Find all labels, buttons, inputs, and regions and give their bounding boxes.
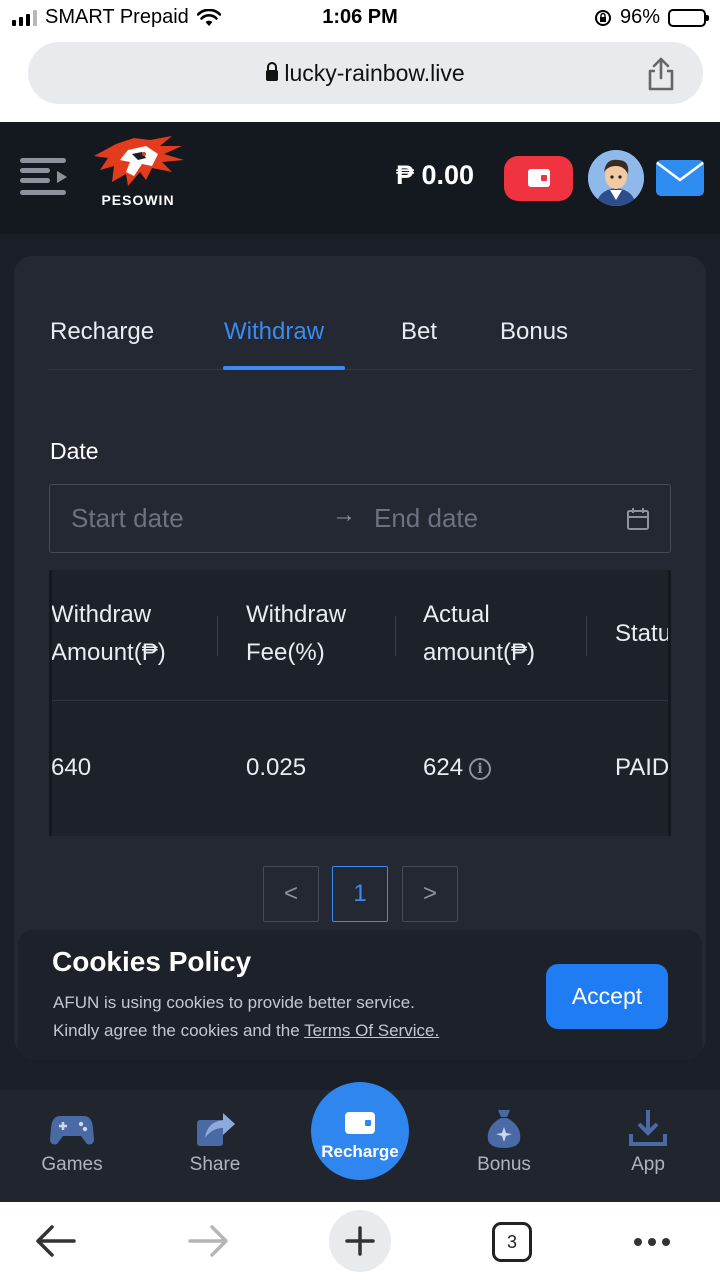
url-display: lucky-rainbow.live bbox=[28, 60, 703, 87]
range-arrow-icon: → bbox=[332, 501, 356, 528]
plus-icon bbox=[345, 1226, 375, 1256]
gamepad-icon bbox=[50, 1116, 94, 1145]
header-withdraw-amount: Withdraw Amount(₱) bbox=[51, 601, 166, 666]
share-icon[interactable] bbox=[645, 56, 677, 92]
share-icon bbox=[197, 1113, 235, 1146]
terms-of-service-link[interactable]: Terms Of Service. bbox=[304, 1021, 439, 1040]
calendar-icon[interactable] bbox=[626, 507, 650, 531]
lock-icon bbox=[266, 62, 279, 81]
status-right: 96% bbox=[594, 6, 709, 29]
horse-logo-icon bbox=[94, 136, 184, 186]
nav-app[interactable]: App bbox=[598, 1108, 698, 1176]
withdraw-table[interactable]: Withdraw Amount(₱) Withdraw Fee(%) Actual a… bbox=[49, 570, 671, 836]
header-status: Statu bbox=[615, 620, 671, 647]
new-tab-button[interactable] bbox=[329, 1210, 391, 1272]
status-bar: SMART Prepaid 1:06 PM 96% bbox=[0, 0, 720, 36]
tabs-count-button[interactable]: 3 bbox=[492, 1222, 532, 1262]
column-divider bbox=[395, 616, 396, 656]
tab-bet[interactable]: Bet bbox=[401, 318, 437, 346]
record-tabs: Recharge Withdraw Bet Bonus bbox=[48, 318, 692, 370]
active-tab-indicator bbox=[223, 366, 345, 370]
cookies-text: AFUN is using cookies to provide better … bbox=[53, 993, 415, 1012]
browser-address-area: lucky-rainbow.live bbox=[0, 36, 720, 122]
more-options-icon[interactable] bbox=[630, 1214, 674, 1268]
table-scroll-edge bbox=[49, 570, 52, 836]
wallet-icon bbox=[345, 1112, 375, 1134]
cell-fee: 0.025 bbox=[246, 754, 307, 781]
money-bag-icon bbox=[487, 1110, 521, 1148]
logo-text: PESOWIN bbox=[101, 192, 175, 208]
tab-withdraw[interactable]: Withdraw bbox=[224, 318, 324, 346]
date-label: Date bbox=[50, 438, 99, 464]
nav-games[interactable]: Games bbox=[22, 1108, 122, 1176]
address-bar[interactable]: lucky-rainbow.live bbox=[28, 42, 703, 104]
table-scroll-edge bbox=[668, 570, 671, 836]
end-date-input[interactable]: End date bbox=[374, 503, 478, 534]
tab-bonus[interactable]: Bonus bbox=[500, 318, 568, 346]
recharge-button[interactable]: Recharge bbox=[311, 1082, 409, 1180]
menu-icon[interactable] bbox=[20, 156, 70, 198]
balance-amount: ₱ 0.00 bbox=[396, 160, 475, 190]
row-divider bbox=[49, 700, 671, 701]
forward-arrow-icon[interactable] bbox=[186, 1214, 230, 1268]
tab-recharge[interactable]: Recharge bbox=[50, 318, 154, 346]
back-arrow-icon[interactable] bbox=[34, 1214, 78, 1268]
nav-bonus[interactable]: Bonus bbox=[454, 1108, 554, 1176]
info-icon[interactable]: i bbox=[469, 757, 492, 780]
next-page-button[interactable]: > bbox=[402, 866, 458, 922]
wallet-icon bbox=[528, 169, 550, 187]
cookies-title: Cookies Policy bbox=[52, 946, 252, 977]
app-header: PESOWIN ₱ 0.00 bbox=[0, 122, 720, 234]
start-date-input[interactable]: Start date bbox=[71, 503, 184, 534]
cookies-text-2: Kindly agree the cookies and the Terms O… bbox=[53, 1021, 440, 1040]
date-range-picker[interactable]: Start date → End date bbox=[49, 484, 671, 553]
orientation-lock-icon bbox=[594, 9, 611, 26]
column-divider bbox=[217, 616, 218, 656]
browser-toolbar: 3 bbox=[0, 1202, 720, 1280]
page-1-button[interactable]: 1 bbox=[332, 866, 388, 922]
accept-cookies-button[interactable]: Accept bbox=[546, 964, 668, 1029]
battery-icon bbox=[668, 8, 709, 27]
pesowin-logo[interactable]: PESOWIN bbox=[88, 136, 188, 216]
cell-actual-amount: 624 i bbox=[423, 754, 492, 782]
cookies-banner: Cookies Policy AFUN is using cookies to … bbox=[18, 930, 702, 1060]
avatar[interactable] bbox=[588, 150, 644, 206]
cell-status: PAID bbox=[615, 754, 670, 781]
nav-share[interactable]: Share bbox=[165, 1108, 265, 1176]
header-withdraw-fee: Withdraw Fee(%) bbox=[246, 601, 347, 666]
wallet-button[interactable] bbox=[504, 156, 573, 201]
battery-percent: 96% bbox=[619, 6, 660, 28]
prev-page-button[interactable]: < bbox=[263, 866, 319, 922]
mail-icon[interactable] bbox=[656, 160, 704, 196]
download-icon bbox=[629, 1110, 667, 1146]
url-text: lucky-rainbow.live bbox=[284, 60, 465, 86]
header-actual-amount: Actual amount(₱) bbox=[423, 601, 536, 666]
column-divider bbox=[586, 616, 587, 656]
cell-withdraw-amount: 640 bbox=[51, 754, 92, 781]
